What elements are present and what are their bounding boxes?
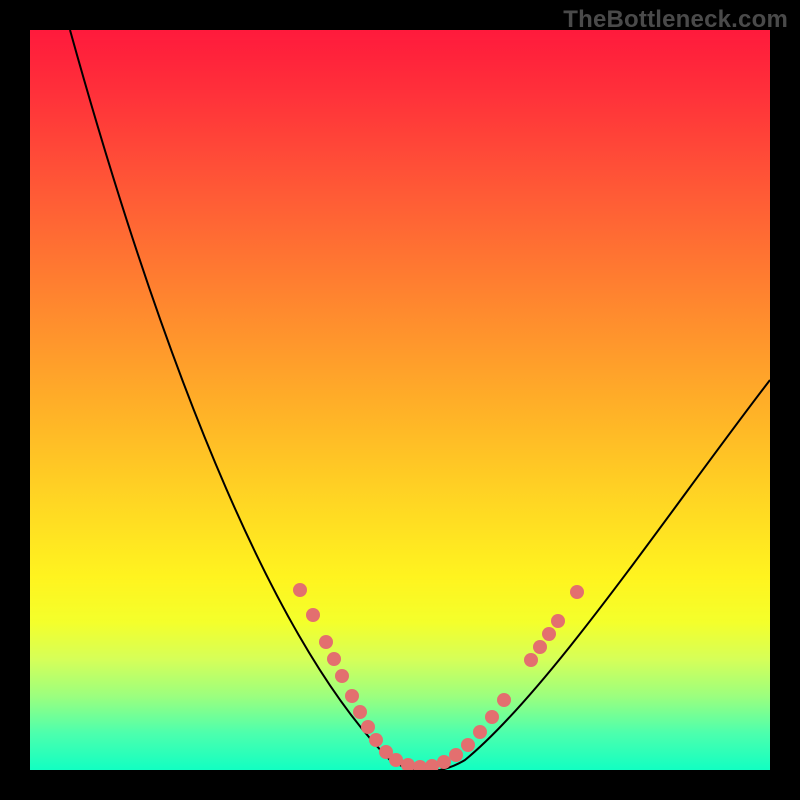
marker-dot [345,689,359,703]
marker-dot [570,585,584,599]
marker-dot [425,759,439,770]
marker-dot [533,640,547,654]
marker-dot [461,738,475,752]
marker-dot [327,652,341,666]
chart-frame [30,30,770,770]
chart-svg [30,30,770,770]
marker-dot [389,753,403,767]
marker-dot [413,760,427,770]
marker-dot [497,693,511,707]
marker-dot [473,725,487,739]
marker-dot [542,627,556,641]
marker-dot [369,733,383,747]
marker-group [293,583,584,770]
marker-dot [293,583,307,597]
marker-dot [306,608,320,622]
marker-dot [319,635,333,649]
marker-dot [449,748,463,762]
watermark-text: TheBottleneck.com [563,6,788,34]
main-curve [70,30,770,770]
marker-dot [437,755,451,769]
marker-dot [335,669,349,683]
plot-area [30,30,770,770]
marker-dot [401,758,415,770]
marker-dot [551,614,565,628]
marker-dot [361,720,375,734]
marker-dot [485,710,499,724]
marker-dot [524,653,538,667]
marker-dot [353,705,367,719]
